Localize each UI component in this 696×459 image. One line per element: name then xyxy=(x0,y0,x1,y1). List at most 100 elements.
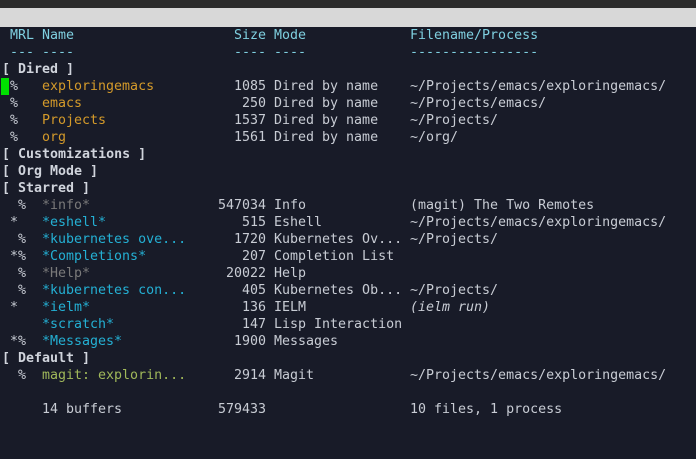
column-header-name[interactable]: Name xyxy=(42,27,74,44)
buffer-row[interactable]: *scratch* 147 Lisp Interaction xyxy=(0,316,696,333)
buffer-mark-flags: *% xyxy=(10,249,27,264)
group-label[interactable]: [ Org Mode ] xyxy=(2,163,98,180)
buffer-mark-flags: * xyxy=(10,300,19,315)
buffer-mark-flags: % xyxy=(10,198,27,213)
buffer-size: 1537 xyxy=(233,113,266,128)
buffer-row[interactable]: *% *Completions* 207 Completion List xyxy=(0,248,696,265)
buffer-mode: Dired by name xyxy=(274,79,379,94)
group-label[interactable]: [ Customizations ] xyxy=(2,146,146,163)
ibuffer-buffer: MRL Name Size Mode Filename/Process --- … xyxy=(0,27,696,459)
window-top-bar xyxy=(0,0,696,8)
buffer-mode: Eshell xyxy=(274,215,323,230)
buffer-mode: Dired by name xyxy=(274,113,379,128)
buffer-mark-flags: * xyxy=(10,215,19,230)
buffer-size: 1561 xyxy=(233,130,266,145)
buffer-name[interactable]: *kubernetes ove... xyxy=(42,231,186,248)
filter-group-header[interactable]: [ Customizations ] xyxy=(0,146,696,163)
column-header-row: MRL Name Size Mode Filename/Process xyxy=(0,27,696,44)
buffer-row[interactable]: % *kubernetes ove... 1720 Kubernetes Ov... ~… xyxy=(0,231,696,248)
header-line xyxy=(0,8,696,27)
buffer-size: 515 xyxy=(241,215,266,230)
underline-size: ---- xyxy=(233,45,266,60)
column-header-size[interactable]: Size xyxy=(234,27,266,44)
underline-mode: ---- xyxy=(274,45,307,60)
buffer-row[interactable]: % *kubernetes con... 405 Kubernetes Ob... ~/… xyxy=(0,282,696,299)
buffer-row[interactable]: % *Help* 20022 Help xyxy=(0,265,696,282)
column-header-mode[interactable]: Mode xyxy=(274,27,306,44)
buffer-size: 547034 xyxy=(217,198,266,213)
buffer-mark-flags: % xyxy=(10,96,19,111)
buffer-row[interactable]: % Projects 1537 Dired by name ~/Projects/ xyxy=(0,112,696,129)
buffer-mark-flags: % xyxy=(10,266,27,281)
buffer-name[interactable]: Projects xyxy=(42,112,106,129)
buffer-size: 20022 xyxy=(225,266,266,281)
cursor-block xyxy=(1,78,9,95)
buffer-name[interactable]: *Help* xyxy=(42,265,90,282)
buffer-filename: ~/Projects/emacs/exploringemacs/ xyxy=(410,368,667,383)
buffer-filename: (ielm run) xyxy=(410,300,491,315)
buffer-filename: ~/Projects/ xyxy=(410,232,499,247)
buffer-mode: Lisp Interaction xyxy=(274,317,403,332)
buffer-name[interactable]: org xyxy=(42,129,66,146)
buffer-filename: ~/Projects/emacs/exploringemacs/ xyxy=(410,79,667,94)
summary-row: 14 buffers 579433 10 files, 1 process xyxy=(0,401,696,418)
buffer-size: 147 xyxy=(241,317,266,332)
buffer-size: 136 xyxy=(241,300,266,315)
buffer-row[interactable]: % exploringemacs 1085 Dired by name ~/Projec… xyxy=(0,78,696,95)
buffer-size: 207 xyxy=(241,249,266,264)
summary-buffer-count: 14 buffers xyxy=(42,402,123,417)
buffer-name[interactable]: *Completions* xyxy=(42,248,146,265)
buffer-name[interactable]: *ielm* xyxy=(42,299,90,316)
buffer-mark-flags: % xyxy=(10,368,27,383)
buffer-name[interactable]: magit: explorin... xyxy=(42,367,186,384)
buffer-mark-flags: % xyxy=(10,130,19,145)
buffer-filename: ~/org/ xyxy=(410,130,459,145)
buffer-name[interactable]: *info* xyxy=(42,197,90,214)
buffer-size: 405 xyxy=(241,283,266,298)
buffer-size: 2914 xyxy=(233,368,266,383)
buffer-mode: IELM xyxy=(274,300,307,315)
buffer-mode: Help xyxy=(274,266,307,281)
buffer-name[interactable]: *Messages* xyxy=(42,333,122,350)
summary-total-size: 579433 xyxy=(217,402,266,417)
buffer-row[interactable]: % emacs 250 Dired by name ~/Projects/emacs/ xyxy=(0,95,696,112)
buffer-mode: Dired by name xyxy=(274,130,379,145)
buffer-mode: Kubernetes Ov... xyxy=(274,232,403,247)
filter-group-header[interactable]: [ Org Mode ] xyxy=(0,163,696,180)
summary-files: 10 files, 1 process xyxy=(410,402,563,417)
buffer-row[interactable]: * *eshell* 515 Eshell ~/Projects/emacs/explo… xyxy=(0,214,696,231)
filter-group-header[interactable]: [ Default ] xyxy=(0,350,696,367)
buffer-size: 1900 xyxy=(233,334,266,349)
buffer-name[interactable]: exploringemacs xyxy=(42,78,154,95)
filter-group-header[interactable]: [ Starred ] xyxy=(0,180,696,197)
buffer-mode: Kubernetes Ob... xyxy=(274,283,403,298)
buffer-name[interactable]: *kubernetes con... xyxy=(42,282,186,299)
buffer-size: 1085 xyxy=(233,79,266,94)
buffer-row[interactable]: % org 1561 Dired by name ~/org/ xyxy=(0,129,696,146)
buffer-filename: ~/Projects/emacs/ xyxy=(410,96,547,111)
column-header-filename[interactable]: Filename/Process xyxy=(410,27,538,44)
buffer-row[interactable]: % *info* 547034 Info (magit) The Two Remotes xyxy=(0,197,696,214)
buffer-mode: Dired by name xyxy=(274,96,379,111)
buffer-row[interactable]: % magit: explorin... 2914 Magit ~/Projects/e… xyxy=(0,367,696,384)
buffer-mode: Magit xyxy=(274,368,315,383)
buffer-mode: Completion List xyxy=(274,249,395,264)
group-label[interactable]: [ Starred ] xyxy=(2,180,90,197)
buffer-mark-flags: % xyxy=(10,113,19,128)
buffer-filename: ~/Projects/ xyxy=(410,283,499,298)
buffer-name[interactable]: *scratch* xyxy=(42,316,114,333)
underline-filename: ---------------- xyxy=(410,45,539,60)
group-label[interactable]: [ Default ] xyxy=(2,350,90,367)
buffer-mode: Info xyxy=(274,198,307,213)
buffer-row[interactable]: * *ielm* 136 IELM (ielm run) xyxy=(0,299,696,316)
buffer-filename: ~/Projects/ xyxy=(410,113,499,128)
buffer-name[interactable]: emacs xyxy=(42,95,82,112)
buffer-mode: Messages xyxy=(274,334,339,349)
filter-group-header[interactable]: [ Dired ] xyxy=(0,61,696,78)
column-header-mrl[interactable]: MRL xyxy=(10,27,34,44)
group-label[interactable]: [ Dired ] xyxy=(2,61,74,78)
buffer-mark-flags: % xyxy=(10,232,27,247)
buffer-row[interactable]: *% *Messages* 1900 Messages xyxy=(0,333,696,350)
buffer-name[interactable]: *eshell* xyxy=(42,214,106,231)
